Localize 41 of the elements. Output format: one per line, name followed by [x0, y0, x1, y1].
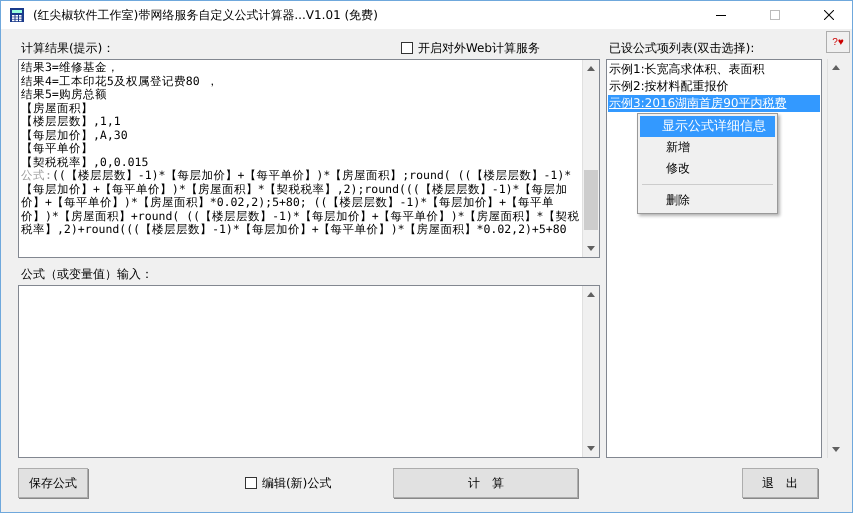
formula-list-item[interactable]: 示例1:长宽高求体积、表面积 [608, 61, 820, 78]
result-line: 【每层加价】,A,30 [21, 128, 129, 142]
result-line: 【契税税率】,0,0.015 [21, 156, 150, 169]
vertical-scrollbar[interactable] [582, 286, 599, 457]
minimize-icon [716, 14, 726, 16]
checkbox[interactable] [400, 42, 413, 54]
close-icon [824, 10, 834, 20]
window-title: (红尖椒软件工作室)带网络服务自定义公式计算器...V1.01 (免费) [33, 6, 379, 24]
formula-input-field[interactable] [18, 285, 600, 458]
save-formula-button[interactable]: 保存公式 [18, 468, 88, 498]
scroll-down-arrow-icon[interactable] [832, 447, 840, 452]
scroll-up-arrow-icon[interactable] [832, 65, 840, 70]
result-line: 结果5=购房总额 [21, 88, 108, 102]
result-label: 计算结果(提示)： [20, 40, 114, 56]
formula-list-label: 已设公式项列表(双击选择): [608, 40, 754, 56]
calculator-icon [9, 7, 25, 23]
result-line: 【房屋面积】 [21, 102, 94, 115]
scrollbar-thumb[interactable] [584, 170, 598, 230]
vertical-scrollbar[interactable] [582, 60, 599, 257]
menu-item[interactable]: 修改 [640, 158, 775, 179]
result-line: 结果3=维修基金， [21, 61, 120, 74]
result-line: 结果4=工本印花5及权属登记费80 ， [21, 74, 220, 88]
scroll-down-arrow-icon[interactable] [587, 446, 595, 451]
calculate-button[interactable]: 计 算 [393, 468, 578, 498]
formula-text: 公式:((【楼层层数】-1)*【每层加价】+【每平单价】)*【房屋面积】;round( ((【楼层层数】-1)*【每层加价】+【每平单价】)*【房屋面积】*【契税税率】,2);round(((【楼层层数】-1)*【每层加价】+【每平单价】)*【房屋面积】*0.02,2);5+80; ((【楼层层数】-1)*【每层加价】+【每平单价】)*【房屋面积】+round( ((【楼层层数】-1)*【每层加价】+【每平单价】)*【房屋面积】*【契税税率】,2)+round(((【楼层层数】-1)*【每层加价】+【每平单价】)*【房屋面积】*0.02,2)+5+80 [21, 169, 580, 236]
formula-list-item[interactable]: 示例2:按材料配重报价 [608, 78, 820, 95]
maximize-icon [770, 10, 780, 20]
menu-item[interactable]: 新增 [640, 137, 775, 158]
exit-button[interactable]: 退 出 [742, 468, 818, 498]
result-text-area[interactable] [18, 59, 600, 258]
scroll-down-arrow-icon[interactable] [587, 246, 595, 251]
menu-item[interactable]: 删除 [640, 190, 775, 211]
input-label: 公式（或变量值）输入： [20, 266, 153, 282]
result-line: 【每平单价】 [21, 142, 94, 156]
scroll-up-arrow-icon[interactable] [587, 292, 595, 297]
checkbox[interactable] [245, 477, 257, 489]
help-button[interactable]: ?♥ [826, 31, 850, 53]
scroll-up-arrow-icon[interactable] [587, 66, 595, 71]
checkbox-label: 编辑(新)公式 [262, 474, 332, 492]
checkbox-label: 开启对外Web计算服务 [418, 40, 540, 56]
result-line: 【楼层层数】,1,1 [21, 115, 122, 128]
